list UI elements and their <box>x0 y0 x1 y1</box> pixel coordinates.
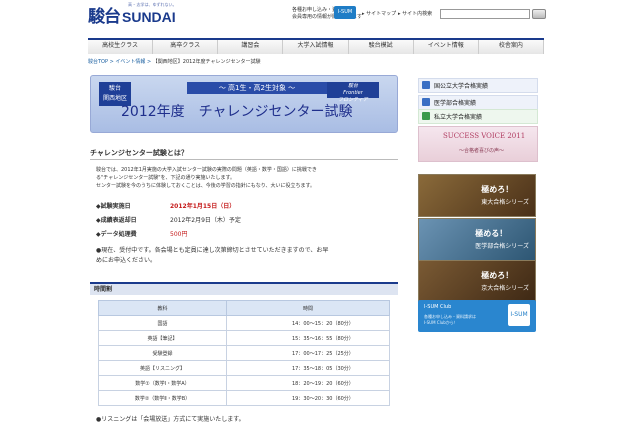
frontier-logo: 駿台 Frontier フロンティア <box>327 82 379 103</box>
fee-row: ◆データ処理費 500円 <box>96 230 187 240</box>
banner-line-1: 極めろ！ <box>481 184 514 194</box>
table-row: 英語【リスニング】 17：35〜18：05（30分） <box>98 360 390 376</box>
success-voice-banner[interactable]: SUCCESS VOICE 2011 ～合格者喜びの声～ <box>418 126 538 162</box>
square-bullet-icon <box>422 81 430 89</box>
nav-events[interactable]: イベント情報 <box>413 40 479 54</box>
banner-text: 極めろ！ 東大合格シリーズ <box>481 183 529 209</box>
time-cell: 17：00〜17：25（25分） <box>226 345 390 361</box>
isum-club-banner[interactable]: I-SUM Club 各種お申し込み・資料請求は I-SUM Clubから！ I… <box>418 300 536 332</box>
intro-line-3: センター試験を今のうちに体験しておくことは、今後の学習の指針にもなり、大いに役立… <box>96 183 316 189</box>
table-row: 国語 14：00〜15：20（80分） <box>98 315 390 331</box>
time-cell: 15：35〜16：55（80分） <box>226 330 390 346</box>
subject-cell: 国語 <box>98 315 227 331</box>
sidebar-link-label: 国公立大学合格実績 <box>434 83 489 90</box>
banner-line-1: 極めろ！ <box>481 270 514 280</box>
nav-campus[interactable]: 校舎案内 <box>478 40 544 54</box>
subject-cell: 英語【リスニング】 <box>98 360 227 376</box>
time-cell: 14：00〜15：20（80分） <box>226 315 390 331</box>
result-date-value: 2012年2月9日（木）予定 <box>170 217 241 224</box>
global-nav: 高校生クラス 高卒クラス 講習会 大学入試情報 駿台模試 イベント情報 校舎案内 <box>88 38 544 54</box>
banner-line-2: 東大合格シリーズ <box>481 199 529 206</box>
nav-graduates[interactable]: 高卒クラス <box>153 40 219 54</box>
todai-series-banner[interactable]: 極めろ！ 東大合格シリーズ <box>418 174 536 217</box>
isum-club-line-2: I-SUM Clubから！ <box>424 320 458 325</box>
intro-line-2: る"チャレンジセンター試験"を、下記の通り実施いたします。 <box>96 175 236 181</box>
subject-cell: 英語【筆記】 <box>98 330 227 346</box>
isum-logo: I-SUM <box>508 304 530 326</box>
banner-title: 2012年度 チャレンジセンター試験 <box>121 104 353 120</box>
intro-line-1: 駿台では、2012年1月実施の大学入試センター試験の実際の問題（英語・数学・国語… <box>96 167 317 173</box>
sidebar-link-private[interactable]: 私立大学合格実績 <box>418 109 538 124</box>
logo-latin: SUNDAI <box>122 9 176 25</box>
schedule-heading: 時間割 <box>90 282 398 295</box>
col-subject: 教科 <box>98 300 227 316</box>
site-header: 駿台 SUNDAI 高 – 志学は、ゆずれない。 各種お申し込み・資料請求 会員専… <box>0 0 640 34</box>
isum-club-text: 各種お申し込み・資料請求は I-SUM Clubから！ <box>424 314 476 326</box>
tagline: 高 – 志学は、ゆずれない。 <box>128 2 177 7</box>
success-voice-subtitle: ～合格者喜びの声～ <box>459 148 505 154</box>
frontier-line-1: 駿台 <box>347 83 358 89</box>
search-button[interactable] <box>532 9 546 19</box>
result-date-label: ◆成績表返却日 <box>96 217 137 224</box>
frontier-line-2: Frontier <box>343 90 363 96</box>
sitemap-label: サイトマップ <box>366 11 397 17</box>
time-cell: 19：30〜20：30（60分） <box>226 390 390 406</box>
sidebar-link-label: 私立大学合格実績 <box>434 114 483 121</box>
banner-line-2: 京大合格シリーズ <box>481 285 529 292</box>
badge-line-1: 駿台 <box>108 85 121 92</box>
time-cell: 18：20〜19：20（60分） <box>226 375 390 391</box>
listening-footnote: ●リスニングは「会場放送」方式にて実施いたします。 <box>96 416 245 423</box>
table-row: 数学①（数学Ⅰ・数学A） 18：20〜19：20（60分） <box>98 375 390 391</box>
sidebar-link-medical[interactable]: 医学部合格実績 <box>418 95 538 110</box>
banner-text: 極める！ 医学部合格シリーズ <box>475 227 529 253</box>
col-time: 時間 <box>226 300 390 316</box>
notice-line-1: ●現在、受付中です。各会場とも定員に達し次第締切とさせていただきますので、お早 <box>96 247 329 254</box>
fee-value: 500円 <box>170 231 188 238</box>
exam-date-row: ◆試験実施日 2012年1月15日（日） <box>96 202 235 212</box>
sidebar-link-national[interactable]: 国公立大学合格実績 <box>418 78 538 93</box>
nav-seasonal-course[interactable]: 講習会 <box>218 40 284 54</box>
notice-line-2: めにお申込ください。 <box>96 257 157 264</box>
subject-cell: 数学①（数学Ⅰ・数学A） <box>98 375 227 391</box>
success-voice-title: SUCCESS VOICE 2011 <box>443 132 526 140</box>
table-row: 数学②（数学Ⅱ・数学B） 19：30〜20：30（60分） <box>98 390 390 406</box>
event-banner: 駿台 関西地区 ～ 高1生・高2生対象 ～ 駿台 Frontier フロンティア… <box>90 75 398 133</box>
search-input[interactable] <box>440 9 530 19</box>
sitemap-link[interactable]: ▸ サイトマップ <box>362 10 396 17</box>
target-audience: ～ 高1生・高2生対象 ～ <box>187 82 327 94</box>
result-date-row: ◆成績表返却日 2012年2月9日（木）予定 <box>96 216 241 226</box>
medical-series-banner[interactable]: 極める！ 医学部合格シリーズ <box>418 218 536 261</box>
time-cell: 17：35〜18：05（30分） <box>226 360 390 376</box>
schedule-table: 教科 時間 国語 14：00〜15：20（80分） 英語【筆記】 15：35〜16：… <box>98 300 390 406</box>
subject-cell: 受験登録 <box>98 345 227 361</box>
banner-line-2: 医学部合格シリーズ <box>475 243 529 250</box>
breadcrumb-home[interactable]: 駿台TOP <box>88 59 108 65</box>
breadcrumb-separator: > <box>145 59 153 65</box>
exam-date-label: ◆試験実施日 <box>96 203 131 210</box>
square-bullet-icon <box>422 98 430 106</box>
nav-mock-exam[interactable]: 駿台模試 <box>348 40 414 54</box>
isum-header-button[interactable]: I-SUM <box>334 6 356 19</box>
sidebar-link-label: 医学部合格実績 <box>434 100 477 107</box>
banner-text: 極めろ！ 京大合格シリーズ <box>481 269 529 295</box>
schedule-header-row: 教科 時間 <box>98 300 390 316</box>
table-row: 受験登録 17：00〜17：25（25分） <box>98 345 390 361</box>
kyodai-series-banner[interactable]: 極めろ！ 京大合格シリーズ <box>418 260 536 303</box>
fee-label: ◆データ処理費 <box>96 231 137 238</box>
intro-heading: チャレンジセンター試験とは？ <box>90 148 398 160</box>
site-search-label: ▸ サイト内検索 <box>398 11 433 17</box>
subject-cell: 数学②（数学Ⅱ・数学B） <box>98 390 227 406</box>
square-bullet-icon <box>422 112 430 120</box>
exam-date-value: 2012年1月15日（日） <box>170 203 236 210</box>
isum-club-title: I-SUM Club <box>424 304 452 310</box>
nav-high-school[interactable]: 高校生クラス <box>88 40 154 54</box>
breadcrumb: 駿台TOP > イベント情報 > 【関西地区】2012年度チャレンジセンター試験 <box>88 58 260 65</box>
table-row: 英語【筆記】 15：35〜16：55（80分） <box>98 330 390 346</box>
breadcrumb-current: 【関西地区】2012年度チャレンジセンター試験 <box>152 59 261 65</box>
nav-admission-info[interactable]: 大学入試情報 <box>283 40 349 54</box>
breadcrumb-events[interactable]: イベント情報 <box>115 59 145 65</box>
logo-kanji: 駿台 <box>88 7 121 27</box>
banner-line-1: 極める！ <box>475 228 508 238</box>
